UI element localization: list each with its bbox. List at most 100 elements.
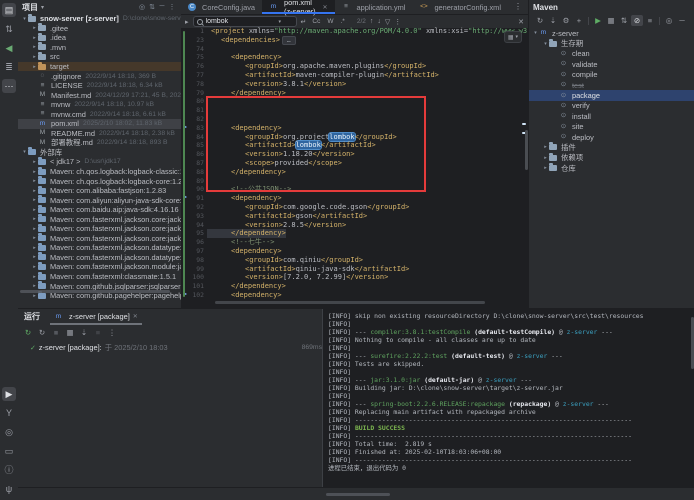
find-toggle-W[interactable]: W — [325, 18, 335, 25]
find-toggle-[interactable]: .* — [338, 18, 346, 25]
chevron-right-icon[interactable]: ▸ — [31, 25, 38, 31]
toggle-offline-icon[interactable]: ⇅ — [618, 15, 630, 26]
soft-wrap-icon[interactable]: ▦ — [64, 327, 76, 338]
maven-tree-row[interactable]: ▾生存期 — [529, 38, 694, 48]
chevron-right-icon[interactable]: ▸ — [31, 283, 38, 289]
activity-problems-icon[interactable]: ⓘ — [2, 463, 16, 477]
maven-tree-row[interactable]: ⊙validate — [529, 59, 694, 69]
maven-tree-row[interactable]: ⊙deploy — [529, 132, 694, 142]
code-editor[interactable]: 1<project xmlns="http://maven.apache.org… — [181, 27, 528, 308]
chevron-down-icon[interactable]: ▾ — [21, 16, 28, 22]
new-line-icon[interactable]: ↵ — [301, 18, 307, 26]
chevron-down-icon[interactable]: ▾ — [41, 4, 44, 11]
project-tree-row[interactable]: MREADME.md2022/9/14 18:18, 2.38 kB — [18, 129, 181, 139]
expand-all-icon[interactable]: ≡ — [644, 15, 656, 26]
activity-pull-requests-icon[interactable]: ◀ — [2, 41, 16, 55]
chevron-right-icon[interactable]: ▸ — [31, 64, 38, 70]
chevron-right-icon[interactable]: ▸ — [31, 226, 38, 232]
reimport-icon[interactable]: ↻ — [534, 15, 546, 26]
chevron-right-icon[interactable]: ▸ — [31, 35, 38, 41]
chevron-down-icon[interactable]: ▾ — [542, 41, 549, 47]
editor-tab[interactable]: mpom.xml (z-server)✕ — [262, 0, 335, 14]
editor-tab[interactable]: <>generatorConfig.xml — [412, 0, 508, 14]
project-tree-row[interactable]: ▸.mvn — [18, 43, 181, 53]
maven-tree-row[interactable]: ⊙clean — [529, 49, 694, 59]
chevron-right-icon[interactable]: ▸ — [31, 245, 38, 251]
rerun-icon[interactable]: ↻ — [22, 327, 34, 338]
maven-tree-row[interactable]: ⊙test — [529, 80, 694, 90]
close-find-icon[interactable]: ✕ — [518, 18, 524, 26]
print-icon[interactable]: ≡ — [92, 327, 104, 338]
search-input[interactable] — [206, 18, 276, 25]
maven-tree-row[interactable]: ▾mz-server — [529, 28, 694, 38]
project-hscrollbar[interactable] — [20, 290, 170, 293]
chevron-right-icon[interactable]: ▸ — [31, 274, 38, 280]
project-tree-row[interactable]: ≡mvnw.cmd2022/9/14 18:18, 6.61 kB — [18, 109, 181, 119]
project-tree-row[interactable]: ▸Maven: com.aliyun:aliyun-java-sdk-core:… — [18, 195, 181, 205]
expand-collapse-icon[interactable]: ⇅ — [147, 3, 157, 11]
project-tree-row[interactable]: ▸Maven: com.baidu.aip:java-sdk:4.16.16 — [18, 205, 181, 215]
inspections-widget[interactable]: ▦ ▾ — [504, 31, 522, 43]
activity-version-control-icon[interactable]: ψ — [2, 482, 16, 496]
chevron-right-icon[interactable]: ▸ — [31, 235, 38, 241]
chevron-right-icon[interactable]: ▸ — [31, 216, 38, 222]
project-tree-row[interactable]: ▸Maven: com.fasterxml.jackson.datatype:j… — [18, 243, 181, 253]
search-history-icon[interactable]: ▾ — [279, 19, 282, 25]
more-icon[interactable]: ⋮ — [106, 327, 118, 338]
activity-more-tools-icon[interactable]: ⋯ — [2, 79, 16, 93]
project-tree-row[interactable]: ◌.gitignore2022/9/14 18:18, 369 B — [18, 71, 181, 81]
project-tree-row[interactable]: ▸.idea — [18, 33, 181, 43]
activity-profiler-icon[interactable]: ◎ — [2, 425, 16, 439]
maven-tree-row[interactable]: ⊙site — [529, 122, 694, 132]
chevron-right-icon[interactable]: ▸ — [31, 169, 38, 175]
chevron-right-icon[interactable]: ▸ — [31, 54, 38, 60]
scroll-to-end-icon[interactable]: ⇣ — [78, 327, 90, 338]
settings-gear-icon[interactable]: ⚙ — [560, 15, 572, 26]
locate-icon[interactable]: ◎ — [137, 3, 147, 11]
find-expand-icon[interactable]: ▸ — [185, 18, 189, 26]
more-icon[interactable]: ⋮ — [167, 3, 177, 11]
folded-region[interactable]: … — [282, 36, 296, 45]
execute-maven-goal-icon[interactable]: ▦ — [605, 15, 617, 26]
chevron-right-icon[interactable]: ▸ — [31, 197, 38, 203]
build-console[interactable]: [INFO] skip non existing resourceDirecto… — [322, 309, 694, 488]
find-more-icon[interactable]: ⋮ — [394, 18, 401, 26]
run-result-node[interactable]: ✓ z-server [package]: 于 2025/2/10 18:03 … — [18, 339, 322, 353]
activity-services-icon[interactable]: Y — [2, 406, 16, 420]
add-icon[interactable]: + — [573, 15, 585, 26]
download-sources-icon[interactable]: ⇣ — [547, 15, 559, 26]
activity-project-icon[interactable]: ▤ — [2, 3, 16, 17]
project-tree-row[interactable]: ▸Maven: ch.qos.logback:logback-core:1.2.… — [18, 176, 181, 186]
close-icon[interactable]: ✕ — [323, 4, 328, 11]
activity-commit-icon[interactable]: ⇅ — [2, 22, 16, 36]
prev-match-icon[interactable]: ↑ — [370, 18, 374, 25]
chevron-right-icon[interactable]: ▸ — [31, 188, 38, 194]
chevron-right-icon[interactable]: ▸ — [31, 178, 38, 184]
activity-terminal-icon[interactable]: ▭ — [2, 444, 16, 458]
rerun-failed-icon[interactable]: ↻ — [36, 327, 48, 338]
search-stripe-mark[interactable] — [522, 123, 526, 125]
profiles-icon[interactable]: ◎ — [663, 15, 675, 26]
maven-tree-row[interactable]: ⊙compile — [529, 70, 694, 80]
chevron-down-icon[interactable]: ▾ — [532, 30, 539, 36]
project-tree-row[interactable]: ▸Maven: com.fasterxml:classmate:1.5.1 — [18, 272, 181, 282]
project-tree-row[interactable]: ▸Maven: ch.qos.logback:logback-classic:1… — [18, 167, 181, 177]
project-tree-row[interactable]: ▾外部库 — [18, 148, 181, 158]
project-tree-row[interactable]: ▸< jdk17 >D:\usr\jdk17 — [18, 157, 181, 167]
project-tree-row[interactable]: ≡mvnw2022/9/14 18:18, 10.97 kB — [18, 100, 181, 110]
maven-tree-row[interactable]: ▸插件 — [529, 142, 694, 152]
project-tree-row[interactable]: ▸Maven: com.fasterxml.jackson.core:jacks… — [18, 224, 181, 234]
filter-icon[interactable]: ▽ — [385, 18, 390, 26]
activity-structure-icon[interactable]: ≣ — [2, 60, 16, 74]
console-hscrollbar[interactable] — [326, 493, 390, 496]
project-tree-row[interactable]: mpom.xml2025/2/10 18:02, 11.83 kB — [18, 119, 181, 129]
next-match-icon[interactable]: ↓ — [377, 18, 381, 25]
tabs-more-icon[interactable]: ⋮ — [508, 0, 528, 14]
maven-tree-row[interactable]: ⊙verify — [529, 101, 694, 111]
project-tree-row[interactable]: ▸target — [18, 62, 181, 72]
run-tab[interactable]: m z-server [package] ✕ — [50, 312, 142, 325]
chevron-down-icon[interactable]: ▾ — [21, 149, 28, 155]
project-tree-row[interactable]: ▸src — [18, 52, 181, 62]
close-icon[interactable]: ✕ — [133, 313, 138, 320]
project-tree-row[interactable]: ▾snow-server [z-server]D:\clone\snow-ser… — [18, 14, 181, 24]
